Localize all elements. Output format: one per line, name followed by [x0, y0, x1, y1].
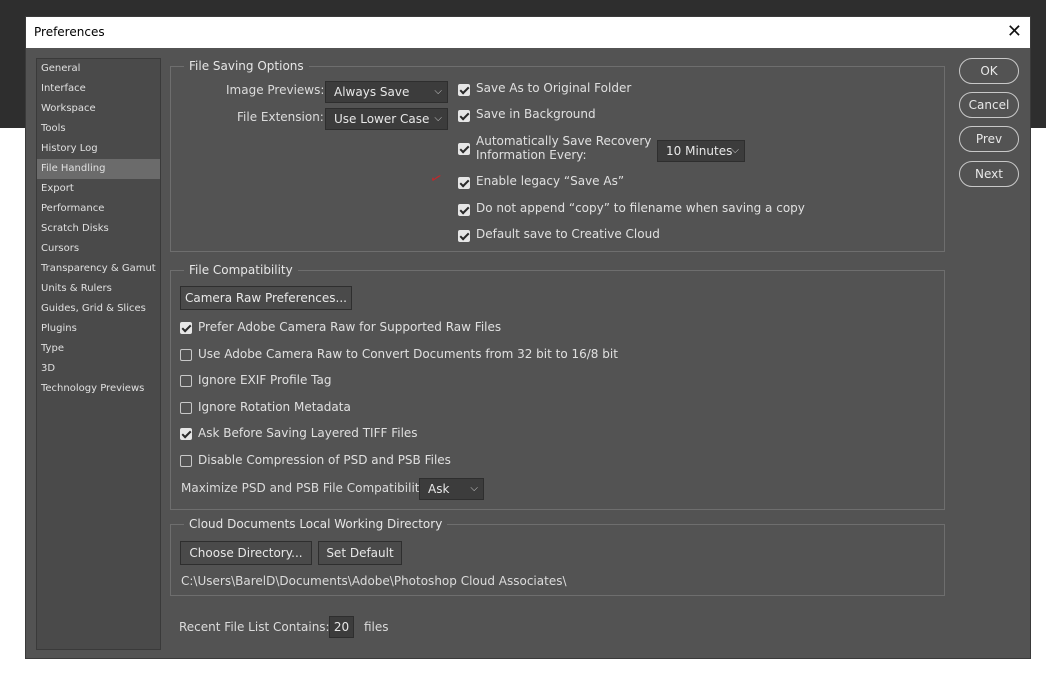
sidebar-item-general[interactable]: General: [37, 59, 160, 79]
close-icon[interactable]: ✕: [1007, 21, 1022, 42]
maximize-compat-select[interactable]: Ask ⌵: [419, 478, 484, 500]
recent-files-unit: files: [364, 620, 389, 634]
cloud-documents-group: Cloud Documents Local Working Directory …: [170, 517, 945, 596]
chevron-down-icon: ⌵: [731, 145, 739, 156]
group-title: File Saving Options: [184, 59, 309, 73]
cancel-button[interactable]: Cancel: [959, 92, 1019, 118]
recent-files-input[interactable]: 20: [329, 616, 354, 638]
sidebar-item-history-log[interactable]: History Log: [37, 139, 160, 159]
chevron-down-icon: ⌵: [434, 86, 442, 97]
image-previews-select[interactable]: Always Save ⌵: [325, 81, 448, 103]
save-background-checkbox[interactable]: [458, 110, 470, 122]
sidebar-item-workspace[interactable]: Workspace: [37, 99, 160, 119]
chevron-down-icon: ⌵: [434, 113, 442, 124]
select-value: Always Save: [334, 85, 410, 99]
group-title: Cloud Documents Local Working Directory: [184, 517, 448, 531]
file-extension-select[interactable]: Use Lower Case ⌵: [325, 108, 448, 130]
select-value: 10 Minutes: [666, 144, 733, 158]
file-extension-label: File Extension:: [237, 110, 324, 124]
sidebar-item-3d[interactable]: 3D: [37, 359, 160, 379]
prefer-acr-label: Prefer Adobe Camera Raw for Supported Ra…: [198, 320, 502, 334]
auto-recovery-label-line1: Automatically Save Recovery: [476, 134, 652, 148]
use-acr-convert-checkbox[interactable]: [180, 349, 192, 361]
ask-tiff-checkbox[interactable]: [180, 428, 192, 440]
preferences-sidebar: General Interface Workspace Tools History Lo…: [36, 58, 161, 650]
preferences-dialog: Preferences ✕ General Interface Workspace T…: [25, 16, 1031, 659]
sidebar-item-technology-previews[interactable]: Technology Previews: [37, 379, 160, 399]
sidebar-item-performance[interactable]: Performance: [37, 199, 160, 219]
maximize-compat-label: Maximize PSD and PSB File Compatibility:: [181, 481, 430, 495]
select-value: Use Lower Case: [334, 112, 430, 126]
default-creative-cloud-label: Default save to Creative Cloud: [476, 227, 660, 241]
ignore-rotation-label: Ignore Rotation Metadata: [198, 400, 351, 414]
auto-recovery-checkbox[interactable]: [458, 143, 470, 155]
sidebar-item-export[interactable]: Export: [37, 179, 160, 199]
sidebar-item-plugins[interactable]: Plugins: [37, 319, 160, 339]
background-window-right: [1030, 16, 1046, 128]
save-as-original-label: Save As to Original Folder: [476, 81, 632, 95]
auto-recovery-label-line2: Information Every:: [476, 148, 587, 162]
window-title: Preferences: [34, 25, 105, 39]
sidebar-item-guides-grid-slices[interactable]: Guides, Grid & Slices: [37, 299, 160, 319]
sidebar-item-interface[interactable]: Interface: [37, 79, 160, 99]
next-button[interactable]: Next: [959, 161, 1019, 187]
no-copy-append-label: Do not append “copy” to filename when sa…: [476, 201, 805, 215]
save-as-original-checkbox[interactable]: [458, 84, 470, 96]
sidebar-item-units-rulers[interactable]: Units & Rulers: [37, 279, 160, 299]
recent-files-label: Recent File List Contains:: [179, 620, 330, 634]
sidebar-item-file-handling[interactable]: File Handling: [37, 159, 160, 179]
ok-button[interactable]: OK: [959, 58, 1019, 84]
background-window-strip: [0, 0, 1046, 16]
file-saving-options-group: File Saving Options Image Previews: Alwa…: [170, 59, 945, 252]
no-copy-append-checkbox[interactable]: [458, 204, 470, 216]
auto-recovery-interval-select[interactable]: 10 Minutes ⌵: [657, 140, 745, 162]
title-bar: Preferences ✕: [26, 17, 1030, 48]
ignore-exif-label: Ignore EXIF Profile Tag: [198, 373, 332, 387]
save-background-label: Save in Background: [476, 107, 596, 121]
file-compatibility-group: File Compatibility Camera Raw Preference…: [170, 263, 945, 510]
prefer-acr-checkbox[interactable]: [180, 322, 192, 334]
camera-raw-preferences-button[interactable]: Camera Raw Preferences...: [180, 286, 352, 310]
disable-compression-label: Disable Compression of PSD and PSB Files: [198, 453, 451, 467]
sidebar-item-tools[interactable]: Tools: [37, 119, 160, 139]
legacy-save-as-label: Enable legacy “Save As”: [476, 174, 625, 188]
choose-directory-button[interactable]: Choose Directory...: [180, 541, 312, 565]
default-creative-cloud-checkbox[interactable]: [458, 230, 470, 242]
prev-button[interactable]: Prev: [959, 126, 1019, 152]
legacy-save-as-checkbox[interactable]: [458, 177, 470, 189]
sidebar-item-cursors[interactable]: Cursors: [37, 239, 160, 259]
annotation-check-mark: ✓: [427, 169, 445, 189]
ignore-exif-checkbox[interactable]: [180, 375, 192, 387]
ask-tiff-label: Ask Before Saving Layered TIFF Files: [198, 426, 418, 440]
set-default-button[interactable]: Set Default: [318, 541, 402, 565]
group-title: File Compatibility: [184, 263, 298, 277]
sidebar-item-type[interactable]: Type: [37, 339, 160, 359]
chevron-down-icon: ⌵: [470, 483, 478, 494]
background-window-left: [0, 16, 26, 128]
ignore-rotation-checkbox[interactable]: [180, 402, 192, 414]
sidebar-item-scratch-disks[interactable]: Scratch Disks: [37, 219, 160, 239]
image-previews-label: Image Previews:: [226, 83, 325, 97]
sidebar-item-transparency-gamut[interactable]: Transparency & Gamut: [37, 259, 160, 279]
use-acr-convert-label: Use Adobe Camera Raw to Convert Document…: [198, 347, 618, 361]
disable-compression-checkbox[interactable]: [180, 455, 192, 467]
select-value: Ask: [428, 482, 450, 496]
cloud-directory-path: C:\Users\BarelD\Documents\Adobe\Photosho…: [181, 574, 567, 588]
